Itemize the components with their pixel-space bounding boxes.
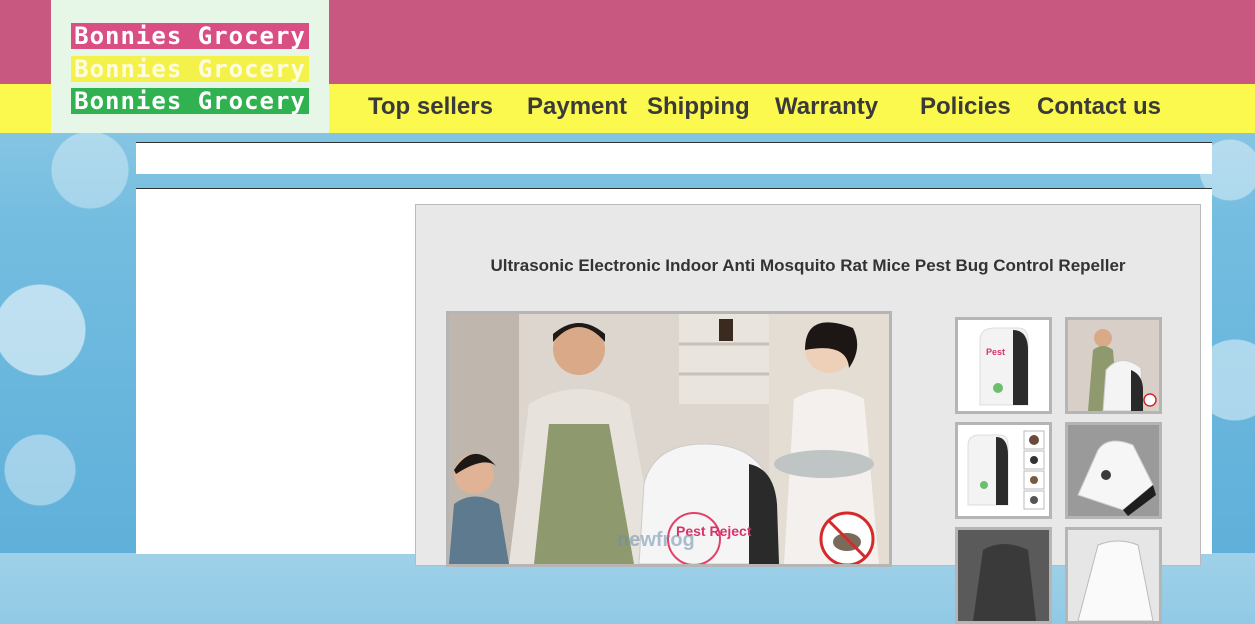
svg-text:Pest: Pest	[986, 347, 1005, 357]
main-product-illustration: Pest Reject newfrog	[449, 314, 889, 564]
nav-policies[interactable]: Policies	[920, 90, 1011, 124]
thumbnail-3[interactable]	[955, 422, 1052, 519]
logo-line-green: Bonnies Grocery	[71, 88, 309, 114]
product-title: Ultrasonic Electronic Indoor Anti Mosqui…	[490, 256, 1126, 275]
nav-top-sellers[interactable]: Top sellers	[368, 90, 493, 124]
nav-payment[interactable]: Payment	[527, 90, 627, 124]
thumbnail-device-dark	[958, 530, 1049, 621]
top-content-strip	[136, 142, 1212, 174]
thumbnail-device-angled	[1068, 425, 1159, 516]
image-watermark: newfrog	[617, 529, 695, 551]
nav-contact-us[interactable]: Contact us	[1037, 90, 1161, 124]
nav-warranty[interactable]: Warranty	[775, 90, 878, 124]
thumbnail-6[interactable]	[1065, 527, 1162, 624]
thumbnail-4[interactable]	[1065, 422, 1162, 519]
main-product-image[interactable]: Pest Reject newfrog	[446, 311, 892, 567]
thumbnail-5[interactable]	[955, 527, 1052, 624]
thumbnail-kitchen-scene	[1068, 320, 1159, 411]
thumbnail-device-back	[1068, 530, 1159, 621]
logo-line-pink: Bonnies Grocery	[71, 23, 309, 49]
thumbnail-device-front: Pest	[958, 320, 1049, 411]
site-logo[interactable]: Bonnies Grocery Bonnies Grocery Bonnies …	[51, 0, 329, 133]
thumbnail-pests-chart	[958, 425, 1049, 516]
thumbnail-1[interactable]: Pest	[955, 317, 1052, 414]
logo-line-yellow: Bonnies Grocery	[71, 56, 309, 82]
thumbnail-2[interactable]	[1065, 317, 1162, 414]
nav-shipping[interactable]: Shipping	[647, 90, 750, 124]
